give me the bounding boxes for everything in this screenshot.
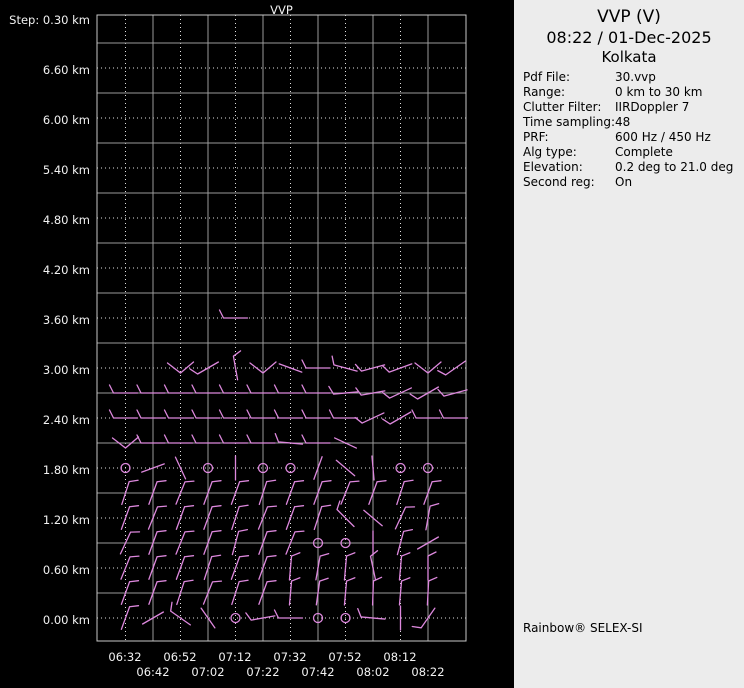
field-label: Elevation: [523, 160, 583, 174]
y-axis-label: 6.60 km [42, 63, 90, 77]
y-axis-label: 4.20 km [42, 263, 90, 277]
y-axis-label: 5.40 km [42, 163, 90, 177]
field-value: On [615, 175, 633, 189]
y-axis-label: 1.20 km [42, 513, 90, 527]
x-axis-label: 08:22 [411, 665, 445, 679]
field-label: Second reg: [523, 175, 595, 189]
field-label: PRF: [523, 130, 549, 144]
field-label: Pdf File: [523, 70, 571, 84]
field-value: Complete [615, 145, 673, 159]
y-axis-label: 3.00 km [42, 363, 90, 377]
panel-site: Kolkata [601, 48, 657, 66]
field-row-elevation: Elevation: 0.2 deg to 21.0 deg [523, 160, 739, 174]
field-value: 600 Hz / 450 Hz [615, 130, 711, 144]
x-axis-label: 07:12 [218, 650, 252, 664]
panel-title: VVP (V) [597, 7, 661, 27]
field-value: 0 km to 30 km [615, 85, 703, 99]
x-axis-label: 06:32 [108, 650, 142, 664]
field-row-clutter-filter: Clutter Filter: IIRDoppler 7 [523, 100, 739, 114]
x-axis-label: 07:52 [328, 650, 362, 664]
field-value: 0.2 deg to 21.0 deg [615, 160, 734, 174]
field-value: IIRDoppler 7 [615, 100, 690, 114]
info-panel: VVP (V) 08:22 / 01-Dec-2025 Kolkata Pdf … [514, 0, 744, 688]
field-value: 48 [615, 115, 631, 129]
x-axis-label: 07:32 [273, 650, 307, 664]
y-axis-label: 4.80 km [42, 213, 90, 227]
x-axis-label: 06:42 [136, 665, 170, 679]
x-axis-label: 07:02 [191, 665, 225, 679]
panel-footer: Rainbow® SELEX-SI [523, 621, 643, 635]
y-axis-label: 0.00 km [42, 613, 90, 627]
x-axis-label: 06:52 [163, 650, 197, 664]
chart-title: VVP [270, 3, 293, 17]
x-axis-label: 08:02 [356, 665, 390, 679]
field-value: 30.vvp [615, 70, 656, 84]
field-label: Clutter Filter: [523, 100, 602, 114]
x-axis-label: 08:12 [383, 650, 417, 664]
field-row-range: Range: 0 km to 30 km [523, 85, 739, 99]
y-axis-label: 2.40 km [42, 413, 90, 427]
field-row-time-sampling: Time sampling:48 [523, 115, 739, 129]
field-label: Time sampling: [523, 115, 616, 129]
chart-area: VVP Step: 0.30 km 6.60 km 6.00 km 5.40 k… [0, 0, 514, 688]
x-axis-label: 07:42 [301, 665, 335, 679]
field-label: Range: [523, 85, 566, 99]
wind-barb-plot [96, 14, 469, 642]
panel-datetime: 08:22 / 01-Dec-2025 [546, 28, 712, 47]
vvp-window: VVP Step: 0.30 km 6.60 km 6.00 km 5.40 k… [0, 0, 744, 688]
y-axis-label: 1.80 km [42, 463, 90, 477]
y-axis-label: 6.00 km [42, 113, 90, 127]
field-row-pdf-file: Pdf File: 30.vvp [523, 70, 739, 84]
x-axis-label: 07:22 [246, 665, 280, 679]
y-axis-label: 0.60 km [42, 563, 90, 577]
field-row-alg-type: Alg type: Complete [523, 145, 739, 159]
field-row-second-reg: Second reg: On [523, 175, 739, 189]
step-label: Step: 0.30 km [9, 13, 90, 27]
field-label: Alg type: [523, 145, 577, 159]
y-axis-label: 3.60 km [42, 313, 90, 327]
field-row-prf: PRF: 600 Hz / 450 Hz [523, 130, 739, 144]
